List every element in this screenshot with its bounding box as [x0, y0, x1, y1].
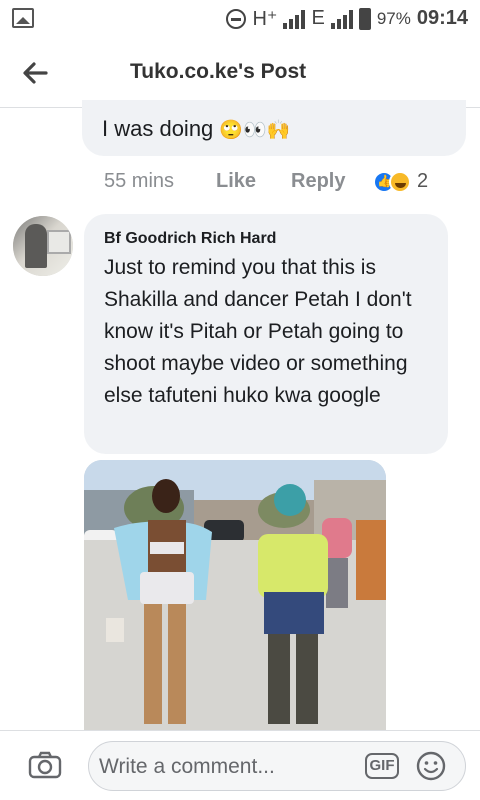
emoji-group: 🙄👀🙌 — [219, 120, 291, 142]
previous-comment-text-tail: I was doing — [102, 116, 214, 141]
reactions-summary[interactable]: 2 — [373, 170, 428, 193]
signal-1-icon — [283, 9, 306, 29]
like-button[interactable]: Like — [216, 170, 291, 193]
back-arrow-icon[interactable] — [20, 58, 50, 88]
status-indicators: H⁺ E 97% 09:14 — [226, 6, 468, 31]
comment-timestamp: 55 mins — [104, 170, 175, 192]
haha-reaction-icon — [389, 170, 411, 193]
comment-input[interactable]: Write a comment... GIF — [88, 741, 466, 791]
reply-button[interactable]: Reply — [291, 170, 373, 193]
comment-text: Just to remind you that this is Shakilla… — [104, 256, 412, 407]
gif-button[interactable]: GIF — [365, 753, 399, 779]
previous-comment-actions: 55 mins Like Reply 2 — [104, 170, 428, 193]
do-not-disturb-icon — [226, 8, 247, 29]
photo-illustration — [84, 460, 386, 730]
reaction-count: 2 — [417, 170, 429, 192]
comment-author[interactable]: Bf Goodrich Rich Hard — [104, 230, 276, 248]
previous-comment-bubble[interactable]: I was doing 🙄👀🙌 — [82, 100, 466, 156]
clock: 09:14 — [416, 7, 468, 29]
page-title: Tuko.co.ke's Post — [130, 60, 307, 83]
comment-placeholder: Write a comment... — [99, 755, 275, 778]
comment-photo[interactable] — [84, 460, 386, 730]
gallery-notification-icon — [12, 8, 34, 28]
signal-2-icon — [330, 9, 353, 29]
comment-composer: Write a comment... GIF — [0, 730, 480, 800]
camera-icon[interactable] — [28, 751, 62, 779]
emoji-icon[interactable] — [415, 750, 447, 782]
previous-comment-text: I was doing 🙄👀🙌 — [102, 116, 290, 142]
avatar[interactable] — [13, 216, 73, 276]
comment-bubble[interactable]: Bf Goodrich Rich Hard Just to remind you… — [84, 214, 448, 454]
status-bar: H⁺ E 97% 09:14 — [0, 0, 480, 38]
battery-icon — [358, 7, 371, 30]
network-type-1: H⁺ — [252, 8, 278, 30]
network-type-2: E — [311, 7, 325, 29]
battery-percent: 97% — [376, 8, 411, 28]
post-header: Tuko.co.ke's Post — [0, 38, 480, 108]
